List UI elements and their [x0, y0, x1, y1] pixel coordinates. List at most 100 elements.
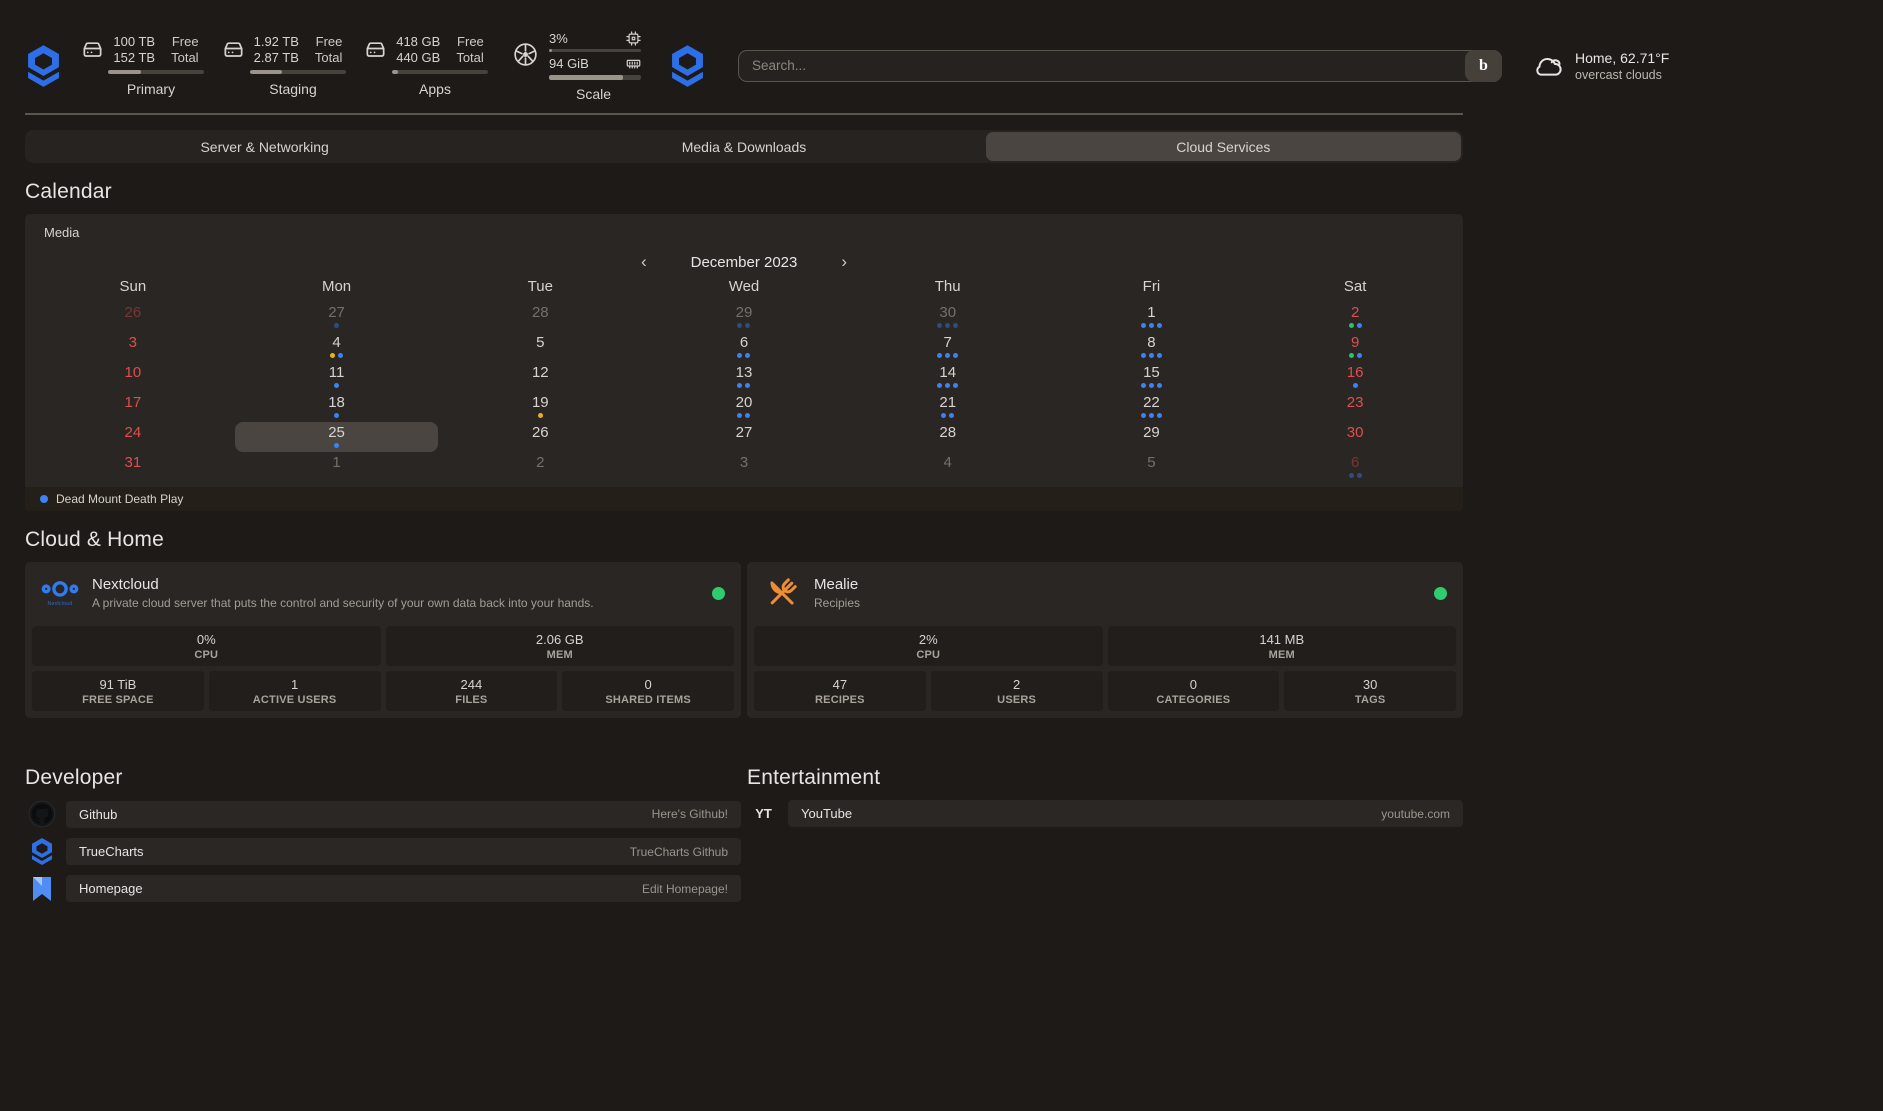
chevron-left-icon[interactable]: ‹ — [637, 254, 651, 270]
event-dot — [737, 413, 742, 418]
chevron-right-icon[interactable]: › — [837, 254, 851, 270]
service-card-mealie: Mealie Recipies 2%CPU141 MBMEM 47RECIPES… — [747, 562, 1463, 718]
bookmark-homepage[interactable]: Homepage Edit Homepage! — [25, 875, 741, 902]
service-stats-detail: 91 TiBFREE SPACE1ACTIVE USERS244FILES0SH… — [32, 671, 734, 711]
calendar-day[interactable]: 29 — [1050, 422, 1254, 452]
calendar-day[interactable]: 5 — [438, 332, 642, 362]
calendar-day[interactable]: 6 — [642, 332, 846, 362]
calendar-weekday-header: SunMonTueWedThuFriSat — [25, 278, 1463, 302]
calendar-day[interactable]: 24 — [31, 422, 235, 452]
calendar-day[interactable]: 15 — [1050, 362, 1254, 392]
section-title-entertainment: Entertainment — [747, 766, 1463, 790]
calendar-day[interactable]: 12 — [438, 362, 642, 392]
calendar-day[interactable]: 27 — [642, 422, 846, 452]
calendar-day[interactable]: 26 — [438, 422, 642, 452]
calendar-day[interactable]: 25 — [235, 422, 439, 452]
event-dot — [945, 383, 950, 388]
calendar-day[interactable]: 30 — [1253, 422, 1457, 452]
calendar-day[interactable]: 5 — [1050, 452, 1254, 482]
tab-media-downloads[interactable]: Media & Downloads — [506, 132, 981, 161]
calendar-day[interactable]: 21 — [846, 392, 1050, 422]
stat-cpu: 0%CPU — [32, 626, 381, 666]
calendar-day[interactable]: 26 — [31, 302, 235, 332]
event-dot — [1149, 413, 1154, 418]
calendar-day[interactable]: 22 — [1050, 392, 1254, 422]
disk-widget-staging: 1.92 TB Free 2.87 TB Total Staging — [218, 34, 346, 97]
calendar-day[interactable]: 8 — [1050, 332, 1254, 362]
youtube-abbr-icon: YT — [747, 806, 780, 821]
calendar-day[interactable]: 10 — [31, 362, 235, 392]
event-dot — [745, 323, 750, 328]
search-input[interactable] — [752, 58, 1465, 73]
calendar-day[interactable]: 17 — [31, 392, 235, 422]
calendar-day[interactable]: 3 — [642, 452, 846, 482]
stat-cpu: 2%CPU — [754, 626, 1103, 666]
calendar-day[interactable]: 27 — [235, 302, 439, 332]
calendar-weekday: Wed — [642, 278, 846, 302]
disk-name: Apps — [419, 81, 451, 97]
calendar-day[interactable]: 23 — [1253, 392, 1457, 422]
event-dot — [1149, 353, 1154, 358]
bookmark-description: TrueCharts Github — [630, 845, 728, 859]
tab-cloud-services[interactable]: Cloud Services — [986, 132, 1461, 161]
calendar-day[interactable]: 2 — [438, 452, 642, 482]
calendar-day[interactable]: 2 — [1253, 302, 1457, 332]
calendar-day[interactable]: 6 — [1253, 452, 1457, 482]
event-dot — [334, 323, 339, 328]
calendar-day[interactable]: 1 — [235, 452, 439, 482]
weather-widget: Home, 62.71°F overcast clouds — [1532, 49, 1669, 83]
event-dot — [941, 413, 946, 418]
calendar-day[interactable]: 20 — [642, 392, 846, 422]
calendar-day[interactable]: 9 — [1253, 332, 1457, 362]
event-dot — [945, 353, 950, 358]
disk-name: Staging — [269, 81, 316, 97]
calendar-day[interactable]: 16 — [1253, 362, 1457, 392]
calendar-day[interactable]: 4 — [846, 452, 1050, 482]
calendar-day[interactable]: 31 — [31, 452, 235, 482]
bookmark-truecharts[interactable]: TrueCharts TrueCharts Github — [25, 838, 741, 865]
calendar-day[interactable]: 28 — [846, 422, 1050, 452]
tab-server-networking[interactable]: Server & Networking — [27, 132, 502, 161]
service-link-nextcloud[interactable]: Nextcloud Nextcloud A private cloud serv… — [32, 569, 734, 621]
disk-widget-apps: 418 GB Free 440 GB Total Apps — [360, 34, 488, 97]
search-provider-button[interactable]: b — [1465, 50, 1502, 82]
calendar-legend: Dead Mount Death Play — [25, 487, 1463, 511]
calendar-day[interactable]: 18 — [235, 392, 439, 422]
calendar-day[interactable]: 3 — [31, 332, 235, 362]
service-name: Mealie — [814, 576, 860, 593]
calendar-day[interactable]: 19 — [438, 392, 642, 422]
disk-widget-primary: 100 TB Free 152 TB Total Primary — [76, 34, 204, 97]
calendar-weekday: Sun — [31, 278, 235, 302]
event-dot — [1349, 473, 1354, 478]
calendar-day[interactable]: 14 — [846, 362, 1050, 392]
scale-cpu-bar — [549, 49, 641, 52]
event-dot — [338, 353, 343, 358]
github-icon — [25, 800, 58, 828]
service-link-mealie[interactable]: Mealie Recipies — [754, 569, 1456, 621]
event-dot — [538, 413, 543, 418]
stat-tags: 30TAGS — [1284, 671, 1456, 711]
weather-location-temp: Home, 62.71°F — [1575, 49, 1669, 67]
event-dot — [334, 413, 339, 418]
weather-condition: overcast clouds — [1575, 67, 1669, 83]
scale-widget-name: Scale — [546, 86, 641, 102]
calendar-day[interactable]: 29 — [642, 302, 846, 332]
calendar-day[interactable]: 28 — [438, 302, 642, 332]
bookmark-github[interactable]: Github Here's Github! — [25, 800, 741, 828]
stat-free-space: 91 TiBFREE SPACE — [32, 671, 204, 711]
calendar-day[interactable]: 1 — [1050, 302, 1254, 332]
service-stats-detail: 47RECIPES2USERS0CATEGORIES30TAGS — [754, 671, 1456, 711]
calendar-day[interactable]: 30 — [846, 302, 1050, 332]
scale-mem-bar — [549, 75, 641, 80]
calendar-day[interactable]: 11 — [235, 362, 439, 392]
calendar-day[interactable]: 4 — [235, 332, 439, 362]
disk-total-value: 2.87 TB — [254, 50, 299, 65]
disk-name: Primary — [127, 81, 175, 97]
calendar-weekday: Sat — [1253, 278, 1457, 302]
calendar-day[interactable]: 7 — [846, 332, 1050, 362]
calendar-month-nav: ‹ December 2023 › — [25, 252, 1463, 272]
event-dot — [1141, 353, 1146, 358]
calendar-day[interactable]: 13 — [642, 362, 846, 392]
event-dot — [937, 383, 942, 388]
bookmark-youtube[interactable]: YT YouTube youtube.com — [747, 800, 1463, 827]
